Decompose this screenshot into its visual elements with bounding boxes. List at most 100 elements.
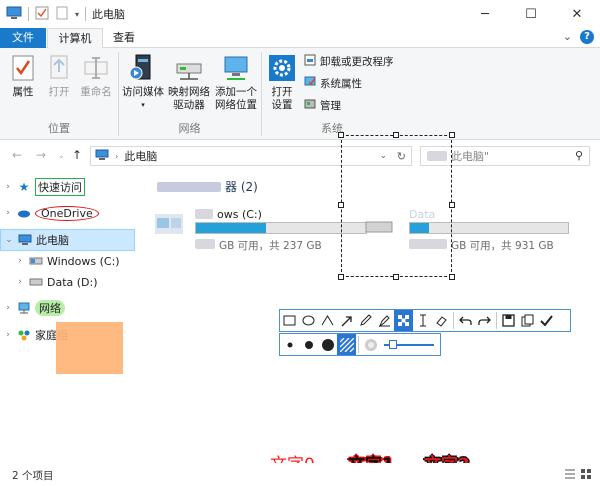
properties-button[interactable]: 属性 — [6, 52, 40, 99]
nav-item-quick-access[interactable]: › ★ 快速访问 — [0, 176, 135, 198]
chevron-down-icon[interactable]: ⌄ — [1, 235, 17, 245]
pencil-icon[interactable] — [356, 310, 375, 331]
help-icon[interactable]: ? — [580, 30, 594, 44]
new-folder-icon[interactable] — [55, 6, 69, 23]
small-dot-icon[interactable] — [280, 334, 299, 355]
nav-item-this-pc[interactable]: ⌄ 此电脑 — [0, 229, 135, 251]
resize-handle[interactable] — [393, 274, 399, 280]
maximize-icon[interactable]: ☐ — [508, 0, 554, 28]
chevron-right-icon[interactable]: › — [0, 208, 16, 218]
details-view-icon[interactable] — [564, 468, 576, 483]
nav-item-windows-c[interactable]: › Windows (C:) — [0, 250, 135, 272]
drive-tile-c[interactable]: ows (C:) GB 可用，共 237 GB — [147, 208, 367, 254]
nav-label-onedrive: OneDrive — [35, 205, 99, 221]
group-label-location: 位置 — [48, 122, 70, 135]
arrow-icon[interactable] — [337, 310, 356, 331]
toolbar-separator — [358, 336, 359, 353]
open-settings-button[interactable]: 打开 设置 — [264, 52, 300, 112]
manage-button[interactable]: 管理 — [304, 98, 341, 113]
back-arrow-icon[interactable]: ← — [12, 148, 22, 162]
nav-label-this-pc: 此电脑 — [36, 234, 69, 247]
nav-item-network[interactable]: › 网络 — [0, 297, 135, 319]
close-icon[interactable]: ✕ — [554, 0, 600, 28]
capture-selection-frame[interactable] — [338, 132, 455, 280]
chevron-right-icon[interactable]: › — [12, 256, 28, 266]
group-label-network: 网络 — [178, 122, 201, 135]
open-icon — [43, 52, 75, 84]
chevron-right-icon[interactable]: › — [0, 182, 16, 192]
access-media-button[interactable]: 访问媒体 ▾ — [121, 52, 165, 112]
chevron-right-icon[interactable]: › — [0, 330, 16, 340]
line-icon[interactable] — [318, 310, 337, 331]
window-controls: ─ ☐ ✕ — [462, 0, 600, 28]
navigation-pane: › ★ 快速访问 › OneDrive ⌄ 此电脑 › Windows (C:)… — [0, 170, 135, 460]
text-icon[interactable] — [413, 310, 432, 331]
resize-handle[interactable] — [393, 132, 399, 138]
tab-view[interactable]: 查看 — [104, 28, 144, 48]
ribbon-panel: 属性 打开 重命名 位置 访问媒体 ▾ 映射网络 驱动器 添加一个 网络位置 网… — [0, 48, 600, 140]
computer-icon[interactable] — [6, 6, 22, 23]
large-icons-view-icon[interactable] — [580, 468, 592, 483]
annotation-orange-rectangle — [56, 322, 123, 374]
rectangle-icon[interactable] — [280, 310, 299, 331]
chevron-down-icon[interactable]: ▾ — [75, 10, 79, 19]
ribbon-right-controls: ⌄ ? — [563, 30, 594, 44]
done-icon[interactable] — [537, 310, 556, 331]
rename-icon — [80, 52, 112, 84]
title-bar: ▾ 此电脑 ─ ☐ ✕ — [0, 0, 600, 28]
resize-handle[interactable] — [449, 202, 455, 208]
drive-icon — [28, 277, 44, 287]
dropdown-arrow-icon: ▾ — [141, 101, 145, 109]
forward-arrow-icon[interactable]: → — [36, 148, 46, 162]
map-network-drive-button[interactable]: 映射网络 驱动器 — [167, 52, 211, 112]
ribbon-collapse-icon[interactable]: ⌄ — [563, 30, 572, 44]
network-location-icon — [220, 52, 252, 84]
address-row: ← → ⌄ ↑ › 此电脑 ⌄ ↻ 此电脑" ⚲ — [0, 140, 600, 170]
tab-computer[interactable]: 计算机 — [47, 28, 103, 49]
resize-handle[interactable] — [338, 202, 344, 208]
system-properties-button[interactable]: 系统属性 — [304, 76, 362, 91]
properties-check-icon[interactable] — [35, 6, 49, 23]
devices-group-header[interactable]: 器 (2) — [157, 178, 258, 195]
toolbar-separator — [496, 312, 497, 329]
toolbar-separator — [453, 312, 454, 329]
copy-icon[interactable] — [518, 310, 537, 331]
slider-knob[interactable] — [389, 340, 397, 349]
hatch-icon[interactable] — [337, 334, 356, 355]
drive-name-c: ows (C:) — [217, 208, 262, 221]
eraser-icon[interactable] — [432, 310, 451, 331]
rename-button[interactable]: 重命名 — [76, 52, 116, 99]
uninstall-programs-button[interactable]: 卸载或更改程序 — [304, 54, 394, 69]
item-count: 2 个项目 — [12, 470, 54, 482]
resize-handle[interactable] — [338, 132, 344, 138]
nav-item-data-d[interactable]: › Data (D:) — [0, 271, 135, 293]
chevron-right-icon[interactable]: › — [0, 303, 16, 313]
resize-handle[interactable] — [338, 274, 344, 280]
ellipse-icon[interactable] — [299, 310, 318, 331]
large-dot-icon[interactable] — [318, 334, 337, 355]
blur-strength-slider[interactable] — [384, 334, 434, 355]
up-arrow-icon[interactable]: ↑ — [72, 148, 82, 162]
resize-handle[interactable] — [449, 274, 455, 280]
resize-handle[interactable] — [449, 132, 455, 138]
breadcrumb[interactable]: 此电脑 — [124, 148, 157, 164]
save-icon[interactable] — [499, 310, 518, 331]
add-network-location-button[interactable]: 添加一个 网络位置 — [213, 52, 259, 112]
ribbon-tabs: 文件 计算机 查看 ⌄ ? — [0, 28, 600, 49]
drive-space-d: GB 可用，共 931 GB — [451, 240, 554, 252]
search-icon[interactable]: ⚲ — [575, 149, 583, 162]
mosaic-icon[interactable] — [394, 310, 413, 331]
medium-dot-icon[interactable] — [299, 334, 318, 355]
recent-locations-icon[interactable]: ⌄ — [58, 151, 65, 160]
minimize-icon[interactable]: ─ — [462, 0, 508, 28]
undo-icon[interactable] — [456, 310, 475, 331]
open-button[interactable]: 打开 — [42, 52, 76, 99]
blur-circle-icon[interactable] — [361, 334, 380, 355]
nav-item-onedrive[interactable]: › OneDrive — [0, 202, 135, 224]
redo-icon[interactable] — [475, 310, 494, 331]
tab-file[interactable]: 文件 — [0, 28, 46, 48]
highlighter-icon[interactable] — [375, 310, 394, 331]
chevron-right-icon[interactable]: › — [12, 277, 28, 287]
toolbar-separator — [85, 7, 87, 21]
nav-label-network: 网络 — [35, 300, 65, 316]
